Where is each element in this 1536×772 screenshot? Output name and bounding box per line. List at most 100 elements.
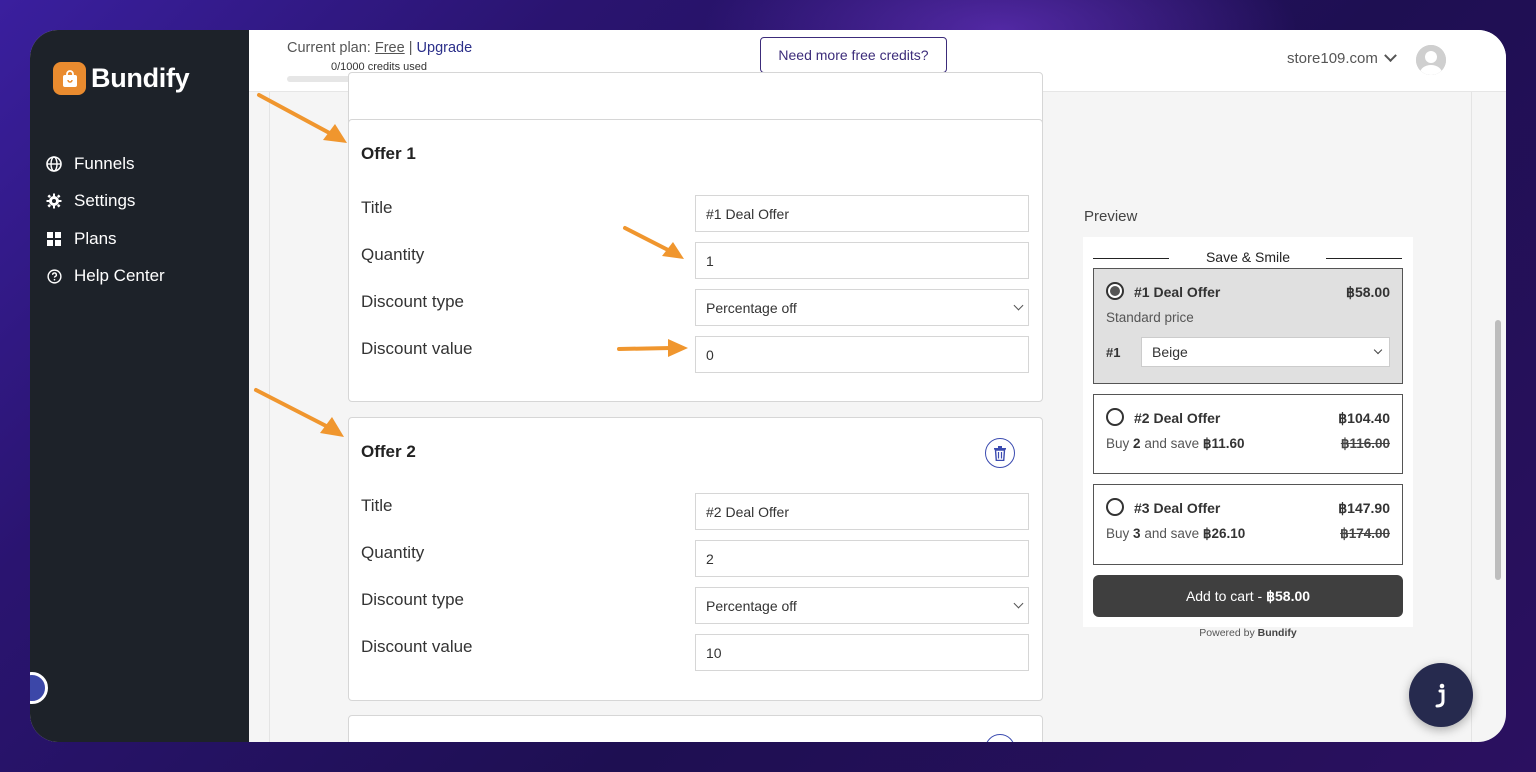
sidebar-item-funnels[interactable]: Funnels	[46, 145, 165, 183]
offer-title: Offer 2	[361, 442, 416, 461]
chevron-down-icon	[1384, 49, 1397, 63]
shopping-bag-icon	[53, 62, 86, 95]
offer-title: Offer 1	[361, 144, 416, 163]
bundle-preview: Save & Smile #1 Deal Offer ฿58.00 Standa…	[1083, 237, 1413, 627]
preview-offer-option[interactable]: #2 Deal Offer ฿104.40 Buy 2 and save ฿11…	[1093, 394, 1403, 474]
preview-label: Preview	[1084, 208, 1138, 225]
offer-card: Offer 1 Title #1 Deal Offer Quantity 1 D…	[348, 119, 1043, 402]
add-to-cart-button[interactable]: Add to cart - ฿58.00	[1093, 575, 1403, 617]
grid-icon	[46, 231, 62, 247]
offer-name: #3 Deal Offer	[1134, 500, 1221, 516]
discount-type-select[interactable]: Percentage off	[695, 587, 1029, 624]
gear-icon	[46, 193, 62, 209]
side-widget-icon[interactable]	[30, 672, 48, 704]
offer-subtext: Buy 3 and save ฿26.10	[1106, 526, 1245, 542]
title-input[interactable]: #2 Deal Offer	[695, 493, 1029, 530]
quantity-label: Quantity	[361, 543, 425, 562]
original-price: ฿174.00	[1340, 526, 1390, 541]
delete-offer-button[interactable]	[985, 734, 1015, 742]
sidebar-item-label: Plans	[74, 228, 117, 248]
annotation-arrow-icon	[623, 226, 684, 259]
plan-free-link[interactable]: Free	[375, 40, 405, 56]
sidebar-nav: Funnels Settings Plans Help Center	[46, 145, 165, 295]
add-to-cart-price: ฿58.00	[1266, 587, 1311, 604]
powered-by: Powered by Bundify	[1083, 627, 1413, 639]
plan-prefix: Current plan:	[287, 40, 371, 56]
store-name: store109.com	[1287, 50, 1378, 67]
divider	[1326, 258, 1402, 259]
logo-text: Bundify	[91, 63, 190, 93]
avatar[interactable]	[1416, 45, 1446, 75]
discount-value-input[interactable]: 10	[695, 634, 1029, 671]
quantity-label: Quantity	[361, 245, 425, 264]
plan-separator: |	[408, 40, 413, 56]
quantity-input[interactable]: 1	[695, 242, 1029, 279]
discount-type-value: Percentage off	[706, 299, 797, 316]
annotation-arrow-icon	[254, 388, 344, 437]
preview-offer-option[interactable]: #1 Deal Offer ฿58.00 Standard price #1 B…	[1093, 268, 1403, 384]
title-input[interactable]: #1 Deal Offer	[695, 195, 1029, 232]
title-label: Title	[361, 198, 393, 217]
preview-offer-option[interactable]: #3 Deal Offer ฿147.90 Buy 3 and save ฿26…	[1093, 484, 1403, 565]
offer-price: ฿147.90	[1338, 500, 1390, 516]
sidebar-item-label: Funnels	[74, 153, 135, 173]
sidebar-item-help-center[interactable]: Help Center	[46, 258, 165, 296]
sub-mid: and save	[1144, 526, 1200, 541]
sidebar-item-settings[interactable]: Settings	[46, 183, 165, 221]
trash-icon	[994, 445, 1006, 461]
original-price: ฿116.00	[1340, 436, 1390, 451]
offer-card: Offer 2 Title #2 Deal Offer Quantity 2 D…	[348, 417, 1043, 701]
store-selector[interactable]: store109.com	[1287, 49, 1397, 67]
offer-price: ฿58.00	[1346, 284, 1390, 300]
logo[interactable]: Bundify	[53, 62, 190, 95]
powered-brand: Bundify	[1257, 627, 1297, 639]
offer-card	[348, 715, 1043, 742]
variant-select[interactable]: Beige	[1141, 337, 1390, 367]
app-window: Bundify Funnels Settings Plans Help Cent…	[30, 30, 1506, 742]
discount-value-label: Discount value	[361, 339, 473, 358]
delete-offer-button[interactable]	[985, 438, 1015, 468]
discount-type-label: Discount type	[361, 590, 464, 609]
scrollbar[interactable]	[1495, 320, 1501, 580]
current-plan: Current plan: Free | Upgrade	[287, 40, 472, 56]
powered-prefix: Powered by	[1199, 627, 1255, 639]
offer-name: #1 Deal Offer	[1134, 284, 1221, 300]
quantity-input[interactable]: 2	[695, 540, 1029, 577]
discount-value-label: Discount value	[361, 637, 473, 656]
more-credits-button[interactable]: Need more free credits?	[760, 37, 947, 73]
chevron-down-icon	[1373, 345, 1383, 355]
sub-prefix: Buy	[1106, 436, 1130, 451]
discount-value-input[interactable]: 0	[695, 336, 1029, 373]
sub-prefix: Buy	[1106, 526, 1130, 541]
sidebar-item-plans[interactable]: Plans	[46, 220, 165, 258]
help-icon	[46, 268, 62, 284]
sub-qty: 3	[1133, 526, 1141, 541]
offer-subtext: Buy 2 and save ฿11.60	[1106, 436, 1245, 452]
annotation-arrow-icon	[617, 339, 688, 357]
offer-price: ฿104.40	[1338, 410, 1390, 426]
discount-type-value: Percentage off	[706, 597, 797, 614]
variant-value: Beige	[1152, 344, 1188, 360]
add-to-cart-label: Add to cart -	[1185, 588, 1263, 604]
offer-name: #2 Deal Offer	[1134, 410, 1221, 426]
discount-type-select[interactable]: Percentage off	[695, 289, 1029, 326]
radio-unselected[interactable]	[1106, 408, 1124, 426]
variant-label: #1	[1106, 345, 1121, 360]
chat-icon	[1435, 683, 1445, 708]
sub-qty: 2	[1133, 436, 1141, 451]
title-label: Title	[361, 496, 393, 515]
sub-saving: ฿26.10	[1202, 526, 1246, 541]
sub-saving: ฿11.60	[1202, 436, 1245, 451]
sidebar: Bundify Funnels Settings Plans Help Cent…	[30, 30, 249, 742]
radio-selected[interactable]	[1106, 282, 1124, 300]
offer-subtext: Standard price	[1106, 310, 1194, 325]
annotation-arrow-icon	[257, 93, 347, 143]
upgrade-link[interactable]: Upgrade	[417, 40, 473, 56]
radio-unselected[interactable]	[1106, 498, 1124, 516]
discount-type-label: Discount type	[361, 292, 464, 311]
chevron-down-icon	[1013, 598, 1024, 609]
preview-heading: Save & Smile	[1205, 249, 1291, 265]
chat-button[interactable]	[1409, 663, 1473, 727]
sub-mid: and save	[1144, 436, 1200, 451]
globe-icon	[46, 155, 62, 172]
